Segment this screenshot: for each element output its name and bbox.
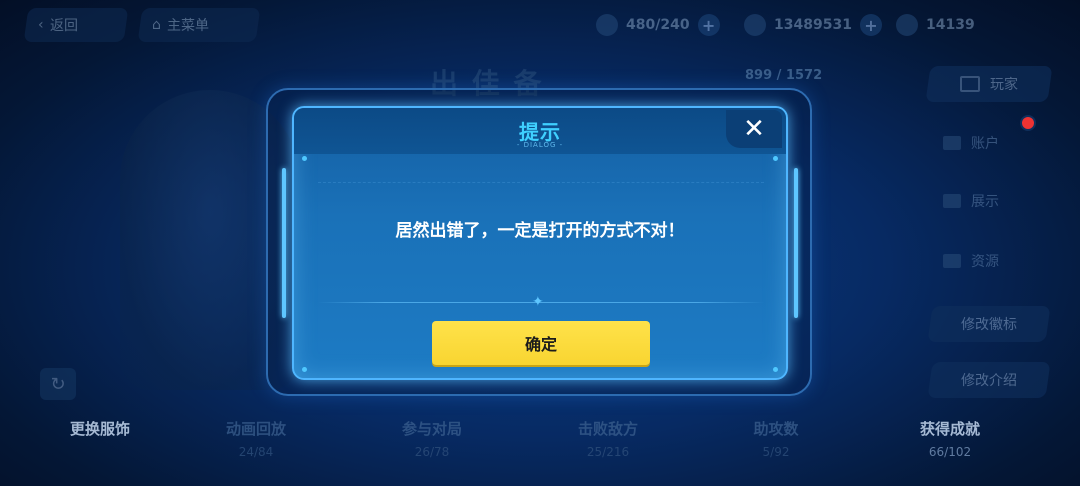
dialog-message: 居然出错了，一定是打开的方式不对！ — [395, 221, 685, 241]
gem-counter: 14139 — [896, 10, 975, 40]
display-icon — [943, 194, 961, 208]
stat-label: 参与对局 — [401, 420, 462, 438]
corner-dot — [302, 367, 307, 372]
coin-icon — [744, 14, 766, 36]
card-icon — [960, 76, 980, 92]
top-bar: ‹ 返回 ⌂ 主菜单 480/240 + 13489531 + 14139 — [0, 0, 1080, 50]
refresh-icon: ↻ — [50, 373, 66, 395]
edit-intro-label: 修改介绍 — [961, 373, 1017, 389]
stat-label: 击败敌方 — [577, 420, 638, 438]
resources-icon — [943, 254, 961, 268]
refresh-button[interactable]: ↻ — [40, 368, 76, 400]
side-tab-player[interactable]: 玩家 — [925, 66, 1053, 102]
home-icon: ⌂ — [152, 17, 161, 33]
left-glow-bar — [282, 168, 286, 318]
stat-value: 26/78 — [414, 445, 450, 459]
corner-dot — [773, 156, 778, 161]
gem-value: 14139 — [926, 17, 975, 33]
stat-item[interactable]: 获得成就 66/102 — [880, 418, 1020, 459]
coin-counter: 13489531 + — [744, 10, 882, 40]
stat-item[interactable]: 击败敌方 25/216 — [538, 418, 678, 459]
alert-dialog: 提示 - DIALOG - ✕ 居然出错了，一定是打开的方式不对！ ✦ 确定 — [282, 106, 798, 380]
notification-dot — [1020, 115, 1036, 131]
decorative-line — [318, 182, 764, 184]
side-item-label: 展示 — [971, 194, 999, 210]
stat-label: 更换服饰 — [69, 420, 130, 438]
edit-badge-label: 修改徽标 — [961, 317, 1017, 333]
stat-label: 获得成就 — [919, 420, 980, 438]
stamina-value: 480/240 — [626, 17, 690, 33]
edit-badge-button[interactable]: 修改徽标 — [927, 306, 1051, 342]
account-icon — [943, 136, 961, 150]
stat-label: 动画回放 — [225, 420, 286, 438]
confirm-button[interactable]: 确定 — [432, 321, 650, 365]
corner-dot — [302, 156, 307, 161]
side-item-account[interactable]: 账户 — [943, 128, 1035, 158]
stat-item[interactable]: 动画回放 24/84 — [186, 418, 326, 459]
stamina-icon — [596, 14, 618, 36]
stat-item[interactable]: 参与对局 26/78 — [362, 418, 502, 459]
stat-value: 66/102 — [928, 445, 972, 459]
coin-value: 13489531 — [774, 17, 852, 33]
stat-value: 25/216 — [586, 445, 630, 459]
corner-dot — [773, 367, 778, 372]
stat-item[interactable]: 更换服饰 — [30, 418, 170, 445]
background-count: 899 / 1572 — [745, 68, 823, 83]
back-label: 返回 — [49, 18, 78, 34]
main-menu-button[interactable]: ⌂ 主菜单 — [137, 8, 261, 42]
side-item-display[interactable]: 展示 — [943, 186, 1035, 216]
stat-label: 助攻数 — [753, 420, 799, 438]
close-icon: ✕ — [743, 114, 765, 144]
side-item-resources[interactable]: 资源 — [943, 246, 1035, 276]
side-item-label: 资源 — [971, 254, 999, 270]
chevron-left-icon: ‹ — [38, 17, 44, 33]
stat-value: 5/92 — [762, 445, 790, 459]
stats-bar: 更换服饰 动画回放 24/84 参与对局 26/78 击败敌方 25/216 助… — [0, 418, 1080, 478]
close-button[interactable]: ✕ — [726, 110, 782, 148]
dialog-subtitle: - DIALOG - — [516, 141, 564, 149]
dialog-header: 提示 - DIALOG - ✕ — [294, 108, 786, 154]
side-item-label: 账户 — [971, 136, 999, 152]
stat-value: 24/84 — [238, 445, 274, 459]
right-glow-bar — [794, 168, 798, 318]
add-stamina-button[interactable]: + — [697, 14, 720, 36]
sparkle-icon: ✦ — [532, 294, 544, 310]
stat-item[interactable]: 助攻数 5/92 — [706, 418, 846, 459]
gem-icon — [896, 14, 918, 36]
back-button[interactable]: ‹ 返回 — [23, 8, 129, 42]
add-coin-button[interactable]: + — [859, 14, 882, 36]
side-tab-label: 玩家 — [990, 77, 1018, 93]
main-menu-label: 主菜单 — [166, 18, 209, 34]
stamina-counter: 480/240 + — [596, 10, 720, 40]
edit-intro-button[interactable]: 修改介绍 — [927, 362, 1051, 398]
